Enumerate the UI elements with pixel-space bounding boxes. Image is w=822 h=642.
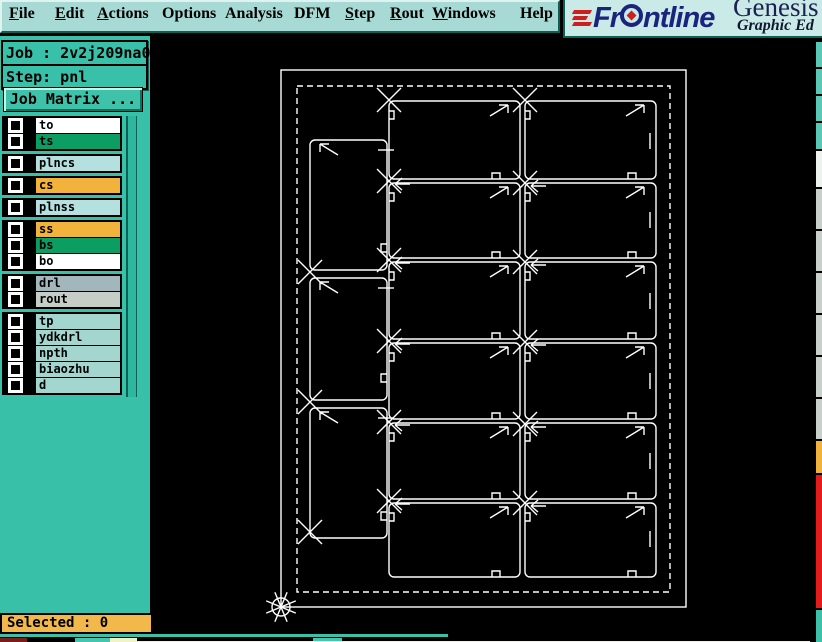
layer-checkbox-drl[interactable] <box>8 276 23 291</box>
menu-bar: File Edit Actions Options Analysis DFM Step Rou… <box>0 0 560 33</box>
product-subtitle: Graphic Ed <box>737 17 814 34</box>
right-toolbar-button[interactable] <box>816 610 822 642</box>
layer-checkbox-to[interactable] <box>8 118 23 133</box>
frontline-logo: Fr ntline <box>571 2 715 34</box>
layer-list-scroll-groove[interactable] <box>126 116 137 397</box>
layer-name-ydkdrl[interactable]: ydkdrl <box>36 330 120 345</box>
layer-checkbox-ts[interactable] <box>8 134 23 149</box>
layer-row-biaozhu: biaozhu <box>4 362 120 377</box>
layer-group: drl rout <box>2 274 122 309</box>
layer-group: plnss <box>2 198 122 217</box>
layer-checkbox-bo[interactable] <box>8 254 23 269</box>
layer-checkbox-npth[interactable] <box>8 346 23 361</box>
layer-row-plncs: plncs <box>4 156 120 171</box>
layer-row-npth: npth <box>4 346 120 361</box>
layer-name-cs[interactable]: cs <box>36 178 120 193</box>
genesis-graphic-editor-window: File Edit Actions Options Analysis DFM Step Rou… <box>0 0 822 642</box>
layer-checkbox-ss[interactable] <box>8 222 23 237</box>
layer-name-d[interactable]: d <box>36 378 120 393</box>
layer-row-bs: bs <box>4 238 120 253</box>
bottom-toolbar-cell[interactable] <box>110 638 137 642</box>
layer-row-ydkdrl: ydkdrl <box>4 330 120 345</box>
layer-name-ss[interactable]: ss <box>36 222 120 237</box>
layer-name-biaozhu[interactable]: biaozhu <box>36 362 120 377</box>
menu-item-options[interactable]: Options <box>162 5 216 23</box>
menu-item-analysis[interactable]: Analysis <box>225 5 283 23</box>
layer-name-to[interactable]: to <box>36 118 120 133</box>
layer-row-plnss: plnss <box>4 200 120 215</box>
right-toolbar-button[interactable] <box>816 96 822 123</box>
right-toolbar-button[interactable] <box>816 123 822 151</box>
menu-item-step[interactable]: Step <box>345 5 375 23</box>
right-toolbar-button[interactable] <box>816 231 822 273</box>
layer-row-d: d <box>4 378 120 393</box>
layer-name-npth[interactable]: npth <box>36 346 120 361</box>
layer-checkbox-tp[interactable] <box>8 314 23 329</box>
menu-item-file[interactable]: File <box>9 5 35 23</box>
right-toolbar-button[interactable] <box>816 42 822 69</box>
bottom-toolbar-cell[interactable] <box>75 638 110 642</box>
menu-item-help[interactable]: Help <box>520 5 553 23</box>
logo-speedlines-icon <box>571 8 593 28</box>
layer-row-cs: cs <box>4 178 120 193</box>
layer-checkbox-plnss[interactable] <box>8 200 23 215</box>
layer-name-ts[interactable]: ts <box>36 134 120 149</box>
layer-name-plnss[interactable]: plnss <box>36 200 120 215</box>
layer-group: to ts <box>2 116 122 151</box>
layer-checkbox-cs[interactable] <box>8 178 23 193</box>
layer-group: ss bs bo <box>2 220 122 271</box>
job-label: Job : 2v2j209na0 <box>3 42 151 66</box>
layer-row-tp: tp <box>4 314 120 329</box>
layer-name-plncs[interactable]: plncs <box>36 156 120 171</box>
right-toolbar-button[interactable] <box>816 315 822 357</box>
step-label: Step: pnl <box>6 68 88 86</box>
layer-checkbox-plncs[interactable] <box>8 156 23 171</box>
layer-name-tp[interactable]: tp <box>36 314 120 329</box>
menu-item-dfm[interactable]: DFM <box>294 5 330 23</box>
layer-checkbox-biaozhu[interactable] <box>8 362 23 377</box>
layer-checkbox-rout[interactable] <box>8 292 23 307</box>
layer-row-to: to <box>4 118 120 133</box>
menu-item-rout[interactable]: Rout <box>390 5 424 23</box>
right-toolbar-button[interactable] <box>816 357 822 399</box>
layer-group: cs <box>2 176 122 195</box>
layer-name-bs[interactable]: bs <box>36 238 120 253</box>
layer-list: to ts plncs cs plnss ss bs bo drl rout tp ydkdrl npt… <box>2 116 122 398</box>
right-toolbar-button[interactable] <box>816 189 822 231</box>
layer-checkbox-d[interactable] <box>8 378 23 393</box>
right-toolbar-strip <box>815 42 822 642</box>
bottom-toolbar-cell[interactable] <box>0 638 27 642</box>
selected-count-bar: Selected : 0 <box>0 613 153 634</box>
layer-checkbox-bs[interactable] <box>8 238 23 253</box>
layer-row-drl: drl <box>4 276 120 291</box>
right-toolbar-button[interactable] <box>816 273 822 315</box>
right-toolbar-button[interactable] <box>816 441 822 475</box>
menu-item-edit[interactable]: Edit <box>55 5 84 23</box>
layer-row-ss: ss <box>4 222 120 237</box>
brand-text: Fr ntline <box>593 2 715 34</box>
layer-name-rout[interactable]: rout <box>36 292 120 307</box>
layer-name-bo[interactable]: bo <box>36 254 120 269</box>
menu-item-windows[interactable]: Windows <box>432 5 496 23</box>
menu-item-actions[interactable]: Actions <box>97 5 149 23</box>
right-toolbar-button[interactable] <box>816 475 822 610</box>
sidebar: Job : 2v2j209na0 Step: pnl Job Matrix ..… <box>0 36 151 613</box>
layer-group: plncs <box>2 154 122 173</box>
layer-checkbox-ydkdrl[interactable] <box>8 330 23 345</box>
logo-target-icon <box>620 4 643 27</box>
layer-row-rout: rout <box>4 292 120 307</box>
logo-panel: Fr ntline Genesis Graphic Ed <box>563 0 822 38</box>
job-info-box: Job : 2v2j209na0 Step: pnl <box>1 40 151 90</box>
layer-row-bo: bo <box>4 254 120 269</box>
layer-row-ts: ts <box>4 134 120 149</box>
job-matrix-button[interactable]: Job Matrix ... <box>3 87 143 112</box>
bottom-toolbar-cell[interactable] <box>27 638 75 642</box>
right-toolbar-button[interactable] <box>816 399 822 441</box>
right-toolbar-button[interactable] <box>816 69 822 96</box>
layer-group: tp ydkdrl npth biaozhu d <box>2 312 122 395</box>
layer-name-drl[interactable]: drl <box>36 276 120 291</box>
right-toolbar-button[interactable] <box>816 151 822 189</box>
